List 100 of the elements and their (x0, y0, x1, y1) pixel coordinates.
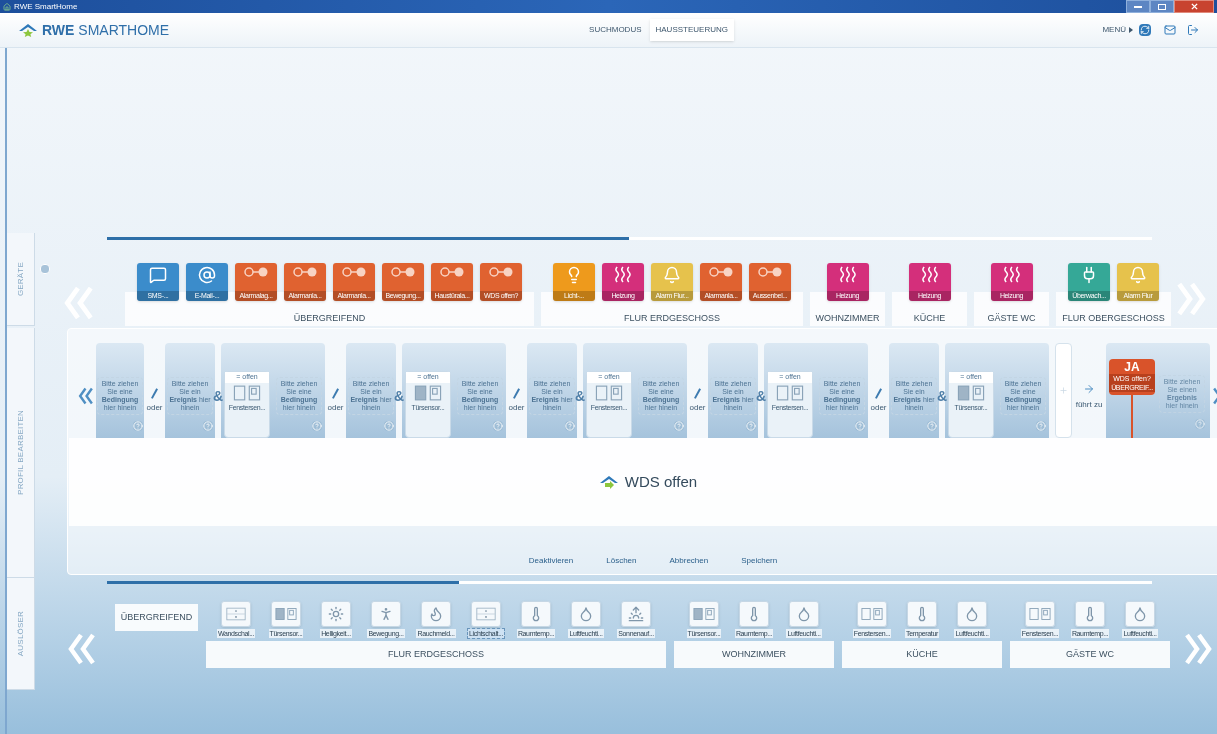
double-chevron-left-icon[interactable] (67, 632, 97, 666)
scroll-thumb[interactable] (107, 237, 629, 240)
scroll-track[interactable] (107, 237, 1152, 240)
app-icon (3, 2, 11, 11)
trigger-tile[interactable] (271, 601, 301, 627)
door-sensor-icon (693, 607, 715, 621)
group-name: FLUR ERDGESCHOSS (387, 647, 485, 661)
profile-title: WDS offen (624, 471, 698, 492)
trigger-tile[interactable] (421, 601, 451, 627)
side-label: AUSLÖSER (14, 610, 26, 657)
minimize-icon (1134, 5, 1142, 8)
close-icon (1190, 3, 1198, 10)
trigger-tile[interactable] (907, 601, 937, 627)
help-icon[interactable] (493, 421, 503, 431)
trigger-tile[interactable] (1125, 601, 1155, 627)
group-name: FLUR ERDGESCHOSS (623, 313, 721, 323)
house-arrow-icon (598, 475, 619, 489)
action-link[interactable]: Löschen (606, 555, 637, 567)
arrow-right-icon (1083, 383, 1095, 395)
add-column[interactable] (1055, 343, 1072, 438)
minimize-button[interactable] (1126, 0, 1150, 13)
scroll-thumb[interactable] (107, 581, 459, 584)
wall-switch-icon (476, 607, 496, 621)
trigger-tile[interactable] (857, 601, 887, 627)
trigger-tile[interactable] (321, 601, 351, 627)
toggle-icon (342, 266, 366, 278)
slash-icon (694, 388, 701, 399)
and-symbol: & (756, 387, 766, 406)
help-icon[interactable] (312, 421, 322, 431)
group-name: WOHNZIMMER (721, 647, 787, 661)
group-name: KÜCHE (905, 647, 939, 661)
trigger-tile[interactable] (221, 601, 251, 627)
action-link[interactable]: Speichern (741, 555, 778, 567)
trigger-tile[interactable] (521, 601, 551, 627)
trigger-tile[interactable] (957, 601, 987, 627)
help-icon[interactable] (565, 421, 575, 431)
close-button[interactable] (1174, 0, 1214, 13)
plus-icon (1059, 386, 1068, 395)
double-chevron-right-icon[interactable] (1183, 632, 1213, 666)
and-symbol: & (575, 387, 585, 406)
toggle-icon (244, 266, 268, 278)
help-icon[interactable] (746, 421, 756, 431)
trigger-tile[interactable] (471, 601, 501, 627)
window-sensor-icon (594, 384, 624, 401)
sun-icon (327, 606, 345, 622)
help-icon[interactable] (203, 421, 213, 431)
help-icon[interactable] (133, 421, 143, 431)
group-name: ÜBERGREIFEND (119, 610, 194, 624)
help-icon[interactable] (927, 421, 937, 431)
app-logo: RWE SMARTHOME (42, 20, 170, 40)
window-sensor-icon (232, 384, 262, 401)
slash-icon (332, 388, 339, 399)
leads-to-label: führt zu (1075, 399, 1103, 411)
or-label: oder (508, 402, 525, 414)
result-line (1131, 395, 1133, 438)
door-sensor-icon (413, 384, 443, 401)
trigger-tile[interactable] (739, 601, 769, 627)
group-name: KÜCHE (912, 313, 947, 323)
double-chevron-left-icon[interactable] (78, 387, 94, 405)
door-sensor-icon (956, 384, 986, 401)
trigger-tile[interactable] (1075, 601, 1105, 627)
window-sensor-icon (1029, 607, 1051, 621)
at-sign-icon (196, 266, 218, 284)
maximize-button[interactable] (1150, 0, 1174, 13)
window-sensor-icon (861, 607, 883, 621)
toggle-icon (489, 266, 513, 278)
group-name: GÄSTE WC (986, 313, 1037, 323)
trigger-tile[interactable] (689, 601, 719, 627)
window-title: RWE SmartHome (14, 1, 78, 12)
toggle-icon (758, 266, 782, 278)
heat-waves-icon (613, 266, 633, 283)
mode-tab[interactable]: SUCHMODUS (583, 19, 648, 41)
or-label: oder (146, 402, 163, 414)
toggle-icon (709, 266, 733, 278)
heat-waves-icon (1001, 266, 1022, 283)
help-icon[interactable] (674, 421, 684, 431)
trigger-tile[interactable] (371, 601, 401, 627)
action-link[interactable]: Abbrechen (669, 555, 709, 567)
scroll-track[interactable] (107, 581, 1152, 584)
group-name: ÜBERGREIFEND (292, 313, 367, 323)
help-icon[interactable] (1195, 419, 1205, 429)
trigger-tile[interactable] (1025, 601, 1055, 627)
toggle-icon (391, 266, 415, 278)
action-link[interactable]: Deaktivieren (528, 555, 574, 567)
mail-icon[interactable] (1163, 24, 1177, 36)
heat-waves-icon (837, 266, 858, 283)
or-label: oder (870, 402, 887, 414)
trigger-tile[interactable] (571, 601, 601, 627)
slash-icon (151, 388, 158, 399)
menu-button[interactable]: MENÜ (1102, 24, 1133, 36)
refresh-icon[interactable] (1139, 24, 1151, 36)
help-icon[interactable] (855, 421, 865, 431)
logout-icon[interactable] (1187, 24, 1199, 36)
and-symbol: & (937, 387, 947, 406)
help-icon[interactable] (1036, 421, 1046, 431)
trigger-tile[interactable] (621, 601, 651, 627)
mode-tab[interactable]: HAUSSTEUERUNG (649, 19, 734, 41)
and-symbol: & (213, 387, 223, 406)
help-icon[interactable] (384, 421, 394, 431)
trigger-tile[interactable] (789, 601, 819, 627)
